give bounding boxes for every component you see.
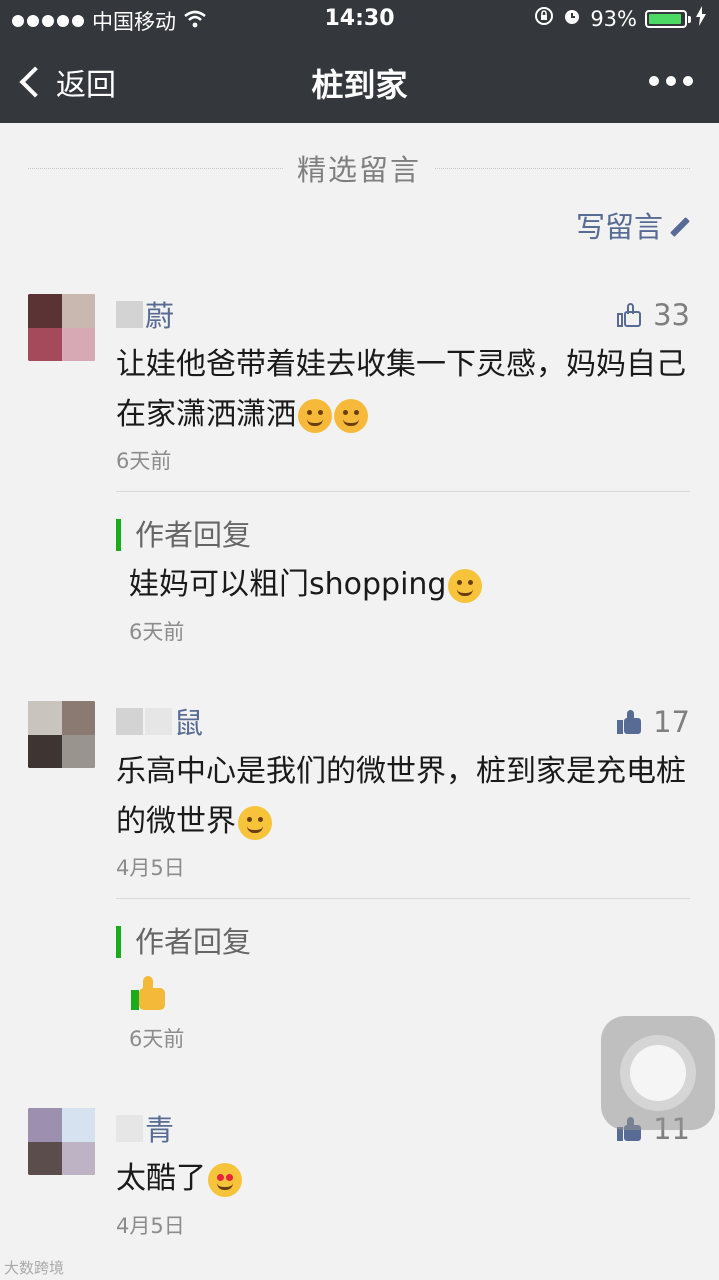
more-options-button[interactable] — [649, 76, 693, 86]
author-reply-label: 作者回复 — [116, 519, 251, 551]
status-bar: 中国移动 14:30 93% — [0, 0, 719, 40]
header: 中国移动 14:30 93% 返回 桩到家 — [0, 0, 719, 123]
hug-emoji-icon — [334, 398, 368, 433]
comment-text: 太酷了 — [116, 1154, 686, 1204]
comment-text: 乐高中心是我们的微世界，桩到家是充电桩的微世界 — [116, 754, 686, 840]
grin-emoji-icon — [448, 568, 483, 603]
blurred-name — [116, 1114, 143, 1142]
author-reply-label: 作者回复 — [116, 926, 251, 958]
thumbs-up-icon — [617, 303, 642, 327]
section-header: 精选留言 — [28, 148, 691, 188]
pencil-icon — [670, 217, 690, 237]
battery-icon — [645, 9, 691, 28]
commenter-name: 鼠 — [116, 701, 203, 741]
commenter-name: 蔚 — [116, 294, 174, 334]
reply-date: 6天前 — [129, 1027, 185, 1051]
blurred-name — [116, 300, 143, 328]
comment-date: 6天前 — [116, 449, 172, 473]
comment-date: 4月5日 — [116, 1214, 185, 1238]
commenter-name: 青 — [116, 1108, 174, 1148]
name-suffix: 鼠 — [174, 706, 204, 740]
reply-text: 娃妈可以粗门shopping — [129, 563, 483, 607]
reply-date: 6天前 — [129, 620, 185, 644]
divider — [116, 898, 690, 899]
write-comment-button[interactable]: 写留言 — [576, 204, 691, 246]
avatar[interactable] — [28, 294, 95, 361]
battery-percent: 93% — [590, 6, 637, 31]
comment-date: 4月5日 — [116, 856, 185, 880]
like-button[interactable]: 33 — [617, 298, 690, 332]
avatar[interactable] — [28, 701, 95, 768]
comment-text: 让娃他爸带着娃去收集一下灵感，妈妈自己在家潇洒潇洒 — [116, 347, 686, 433]
thumbs-up-emoji-icon — [131, 976, 167, 1012]
thumbs-up-icon — [617, 710, 642, 734]
divider — [28, 167, 283, 169]
assistive-touch-button[interactable] — [601, 1016, 715, 1130]
name-suffix: 青 — [145, 1113, 175, 1147]
divider — [435, 167, 691, 169]
heart-eyes-emoji-icon — [208, 1162, 242, 1197]
divider — [116, 491, 690, 492]
more-dot-icon — [649, 76, 659, 86]
nav-bar: 返回 桩到家 — [0, 40, 719, 123]
hug-emoji-icon — [298, 398, 332, 433]
write-comment-label: 写留言 — [575, 210, 663, 244]
charging-icon — [695, 6, 707, 31]
alarm-icon — [562, 6, 582, 31]
name-suffix: 蔚 — [145, 299, 175, 333]
blurred-name — [116, 707, 143, 735]
avatar[interactable] — [28, 1108, 95, 1175]
like-count: 33 — [653, 298, 690, 332]
like-button[interactable]: 17 — [617, 705, 690, 739]
smile-emoji-icon — [238, 805, 272, 840]
orientation-lock-icon — [534, 6, 554, 31]
section-title: 精选留言 — [297, 153, 422, 187]
like-count: 17 — [653, 705, 690, 739]
watermark: 大数跨境 — [4, 1259, 65, 1277]
page-title: 桩到家 — [311, 66, 408, 104]
